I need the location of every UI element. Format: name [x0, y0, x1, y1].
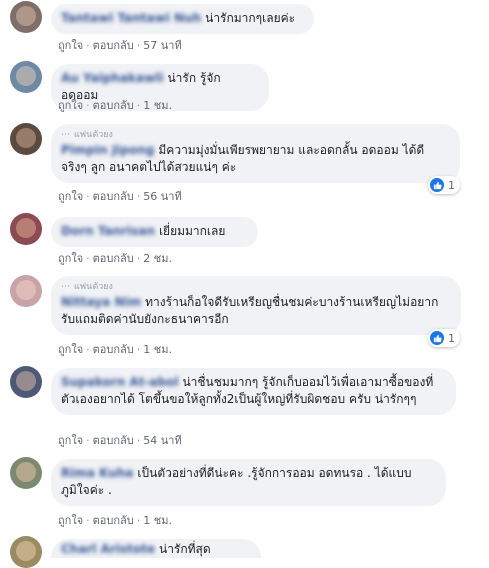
reply-link[interactable]: ตอบกลับ — [93, 252, 134, 265]
separator-dot: · — [136, 514, 141, 527]
like-link[interactable]: ถูกใจ — [58, 190, 83, 203]
commenter-name[interactable]: Tantawi Tantawi Nuh — [61, 10, 201, 27]
comment-bubble: Rima Kuha เป็นตัวอย่างที่ดีน่ะคะ .รู้จักก… — [51, 459, 446, 506]
like-link[interactable]: ถูกใจ — [58, 343, 83, 356]
avatar[interactable] — [10, 1, 42, 33]
commenter-name[interactable]: Dorn Tanrisan — [61, 223, 155, 240]
commenter-name[interactable]: Rima Kuha — [61, 465, 133, 482]
comment-time[interactable]: 1 ชม. — [143, 514, 172, 527]
separator-dot: · — [86, 39, 90, 52]
separator-dot: · — [136, 252, 141, 265]
comment-actions: ถูกใจ · ตอบกลับ · 1 ชม. — [58, 511, 172, 529]
comment-time[interactable]: 54 นาที — [143, 434, 181, 447]
reply-link[interactable]: ตอบกลับ — [93, 99, 134, 112]
comment-time[interactable]: 1 ชม. — [143, 343, 172, 356]
reply-link[interactable]: ตอบกลับ — [93, 514, 134, 527]
separator-dot: · — [86, 434, 90, 447]
comment-actions: ถูกใจ · ตอบกลับ · 57 นาที — [58, 36, 182, 54]
comment-text: เยี่ยมมากเลย — [158, 224, 226, 238]
comment-actions: ถูกใจ · ตอบกลับ · 1 ชม. — [58, 340, 172, 358]
reaction-count: 1 — [448, 178, 455, 192]
separator-dot: · — [136, 39, 141, 52]
comment-bubble: Charl Aristote น่ารักที่สุด — [51, 539, 261, 558]
reply-link[interactable]: ตอบกลับ — [93, 39, 134, 52]
thumbs-up-icon — [430, 331, 444, 345]
avatar[interactable] — [10, 366, 42, 398]
comment-bubble: ⋯ แฟนตัวยง Nittaya Nim ทางร้านก็อใจดีรับเห… — [51, 276, 461, 335]
separator-dot: · — [136, 343, 141, 356]
comment-text: น่ารักที่สุด — [158, 542, 211, 556]
reply-link[interactable]: ตอบกลับ — [93, 343, 134, 356]
comment-actions: ถูกใจ · ตอบกลับ · 56 นาที — [58, 187, 182, 205]
comment-bubble: Supakorn At-abol น่าชื่นชมมากๆ รู้จักเก็บ… — [51, 368, 456, 415]
avatar[interactable] — [10, 536, 42, 568]
reaction-count: 1 — [448, 331, 455, 345]
comment-actions: ถูกใจ · ตอบกลับ · 54 นาที — [58, 431, 182, 449]
separator-dot: · — [86, 514, 90, 527]
separator-dot: · — [86, 99, 90, 112]
commenter-name[interactable]: Charl Aristote — [61, 541, 155, 558]
avatar[interactable] — [10, 457, 42, 489]
commenter-name[interactable]: Au Yaiphakawli — [61, 70, 163, 87]
separator-dot: · — [86, 343, 90, 356]
avatar[interactable] — [10, 61, 42, 93]
separator-dot: · — [136, 99, 141, 112]
like-link[interactable]: ถูกใจ — [58, 39, 83, 52]
separator-dot: · — [86, 252, 90, 265]
like-link[interactable]: ถูกใจ — [58, 434, 83, 447]
comment-time[interactable]: 57 นาที — [143, 39, 181, 52]
like-link[interactable]: ถูกใจ — [58, 514, 83, 527]
avatar[interactable] — [10, 123, 42, 155]
comment-actions: ถูกใจ · ตอบกลับ · 2 ชม. — [58, 249, 172, 267]
avatar[interactable] — [10, 275, 42, 307]
separator-dot: · — [136, 434, 141, 447]
comment-bubble: Tantawi Tantawi Nuh น่ารักมากๆเลยค่ะ — [51, 4, 314, 34]
fan-badge: ⋯ แฟนตัวยง — [61, 282, 113, 292]
commenter-name[interactable]: Nittaya Nim — [61, 294, 141, 311]
comment-bubble: ⋯ แฟนตัวยง Pimpin Jipong มีความมุ่งมั่นเพี… — [51, 124, 460, 183]
comment-bubble: Dorn Tanrisan เยี่ยมมากเลย — [51, 217, 258, 247]
like-link[interactable]: ถูกใจ — [58, 99, 83, 112]
fan-badge: ⋯ แฟนตัวยง — [61, 130, 113, 140]
comment-time[interactable]: 2 ชม. — [143, 252, 172, 265]
commenter-name[interactable]: Supakorn At-abol — [61, 374, 178, 391]
avatar[interactable] — [10, 213, 42, 245]
comment-time[interactable]: 56 นาที — [143, 190, 181, 203]
reaction-badge[interactable]: 1 — [428, 329, 460, 347]
comment-time[interactable]: 1 ชม. — [143, 99, 172, 112]
thumbs-up-icon — [430, 178, 444, 192]
comment-text: น่ารักมากๆเลยค่ะ — [205, 11, 296, 25]
separator-dot: · — [86, 190, 90, 203]
reply-link[interactable]: ตอบกลับ — [93, 190, 134, 203]
reaction-badge[interactable]: 1 — [428, 176, 460, 194]
reply-link[interactable]: ตอบกลับ — [93, 434, 134, 447]
like-link[interactable]: ถูกใจ — [58, 252, 83, 265]
comment-actions: ถูกใจ · ตอบกลับ · 1 ชม. — [58, 96, 172, 114]
commenter-name[interactable]: Pimpin Jipong — [61, 142, 154, 159]
separator-dot: · — [136, 190, 141, 203]
